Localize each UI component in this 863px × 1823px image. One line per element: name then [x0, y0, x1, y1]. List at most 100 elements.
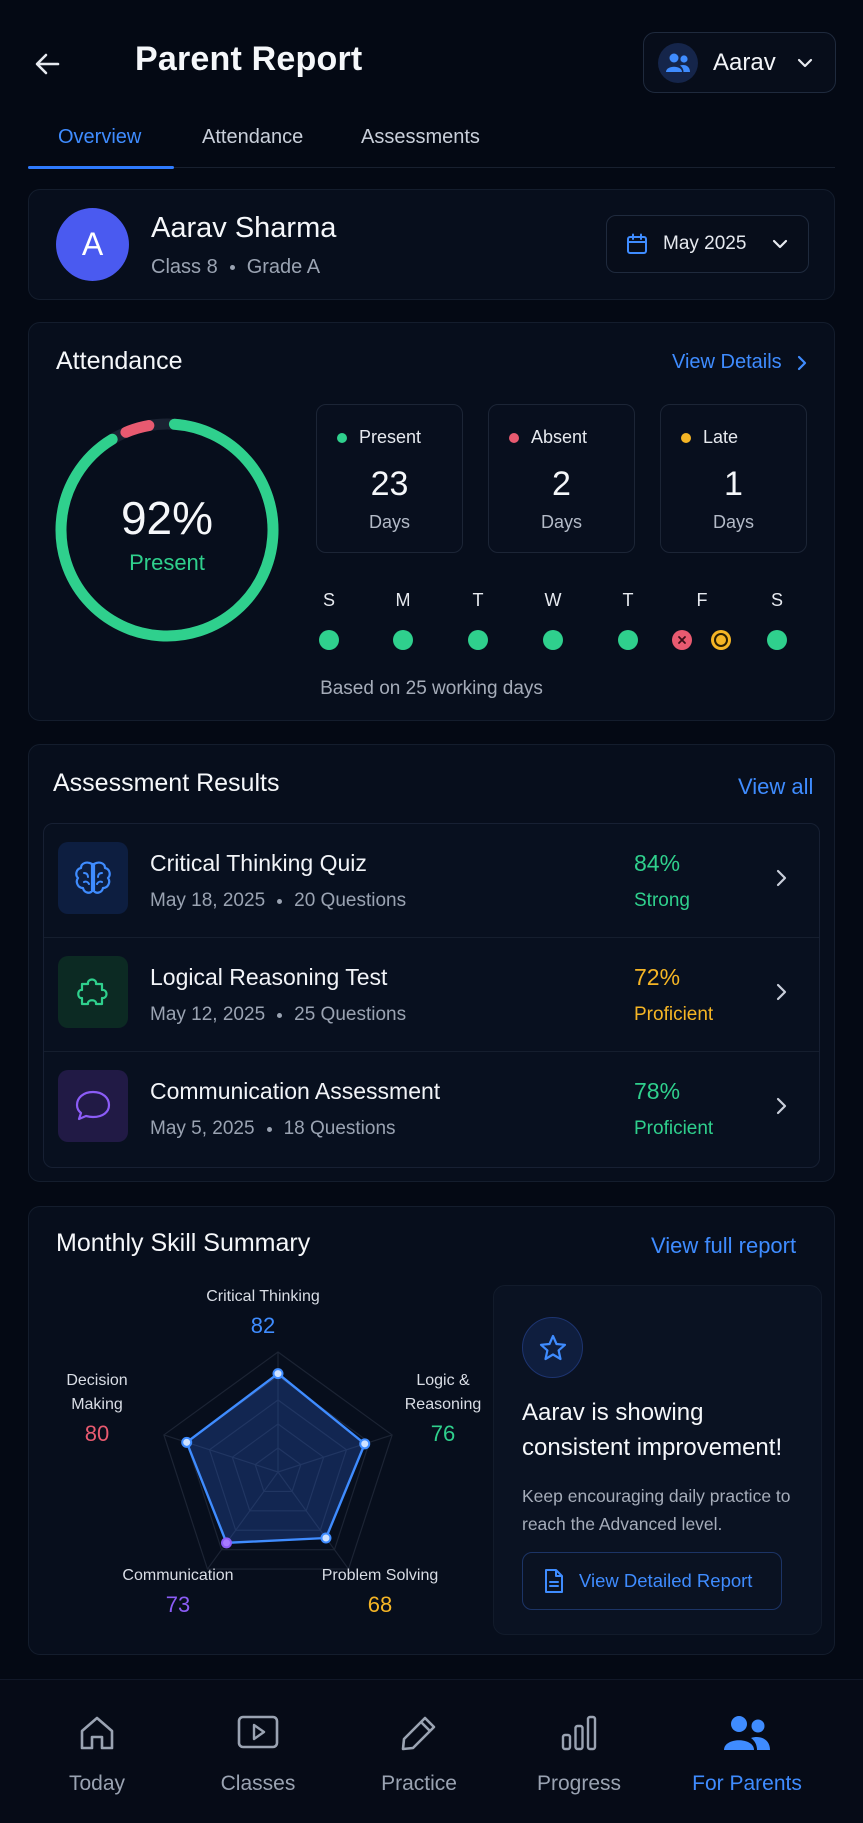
view-details-link[interactable]: View Details: [672, 351, 812, 374]
radar-axis-name: Logic & Reasoning: [404, 1372, 482, 1413]
radar-axis-value: 68: [367, 1592, 393, 1617]
assessment-title: Critical Thinking Quiz: [150, 850, 367, 876]
skill-summary-card: Monthly Skill Summary View full report C…: [28, 1206, 835, 1655]
assessment-questions: 20 Questions: [294, 890, 407, 911]
present-stat: Present 23 Days: [316, 404, 463, 553]
day-absent-dot: [672, 630, 692, 650]
insight-body: Keep encouraging daily practice to reach…: [522, 1486, 791, 1534]
absent-unit: Days: [540, 512, 582, 532]
nav-label: Progress: [536, 1772, 622, 1795]
calendar-icon: [627, 233, 647, 254]
assessment-list: Critical Thinking Quiz May 18, 2025 20 Q…: [43, 823, 820, 1168]
chevron-right-icon: [776, 1097, 787, 1115]
late-count: 1: [724, 465, 743, 503]
assessment-level: Proficient: [634, 1118, 714, 1139]
nav-practice[interactable]: Practice: [339, 1708, 499, 1796]
radar-axis-value: 76: [430, 1421, 456, 1446]
parent-report-screen: Parent Report Aarav Overview Attendance …: [0, 0, 863, 1823]
assessment-meta: May 18, 2025 20 Questions: [150, 890, 406, 912]
late-ring-inner: [714, 633, 728, 647]
radar-point: [221, 1537, 233, 1549]
present-label: Present: [359, 427, 422, 447]
assessment-row[interactable]: Logical Reasoning Test May 12, 2025 25 Q…: [44, 938, 819, 1052]
assessment-date: May 12, 2025: [150, 1004, 266, 1025]
tab-overview[interactable]: Overview: [58, 126, 141, 149]
nav-progress[interactable]: Progress: [499, 1708, 659, 1796]
chevron-right-icon: [776, 983, 787, 1001]
nav-for-parents[interactable]: For Parents: [667, 1708, 827, 1796]
late-dot: [681, 432, 691, 443]
nav-icon-wrap: [499, 1708, 659, 1758]
present-dot: [337, 432, 347, 443]
nav-today[interactable]: Today: [17, 1708, 177, 1796]
selected-month: May 2025: [663, 233, 747, 254]
attendance-ring: 92% Present: [53, 416, 281, 644]
nav-classes[interactable]: Classes: [178, 1708, 338, 1796]
parents-icon: [724, 1716, 770, 1750]
radar-axis-name: Decision Making: [66, 1372, 128, 1413]
child-name: Aarav: [713, 48, 776, 76]
student-meta: Class 8 Grade A: [151, 256, 320, 279]
tab-attendance[interactable]: Attendance: [202, 126, 303, 149]
radar-label-problem-solving: Problem Solving 68: [305, 1564, 455, 1621]
star-badge: [522, 1317, 583, 1378]
meta-separator: [277, 898, 283, 904]
nav-icon-wrap: [178, 1708, 338, 1758]
student-card: A Aarav Sharma Class 8 Grade A May 2025: [28, 189, 835, 300]
report-tabs: Overview Attendance Assessments: [28, 116, 835, 169]
student-avatar: A: [56, 208, 129, 281]
student-class: Class 8: [151, 256, 218, 278]
radar-axis-value: 82: [250, 1313, 276, 1338]
assessment-icon-tile: [58, 1070, 128, 1142]
weekday-label: S: [322, 590, 335, 610]
radar-axis-value: 80: [84, 1421, 110, 1446]
assessment-score: 72%: [634, 964, 681, 990]
present-count: 23: [370, 465, 409, 503]
assessment-icon-tile: [58, 956, 128, 1028]
weekday-label: T: [472, 590, 484, 610]
chevron-down-icon: [797, 58, 813, 68]
tab-assessments[interactable]: Assessments: [361, 126, 480, 149]
skill-radar-chart: Critical Thinking 82 Logic & Reasoning 7…: [43, 1277, 513, 1647]
weekday-label: F: [696, 590, 708, 610]
meta-separator: [277, 1012, 283, 1018]
radar-axis-name: Communication: [122, 1567, 234, 1584]
late-stat: Late 1 Days: [660, 404, 807, 553]
nav-icon-wrap: [667, 1708, 827, 1758]
meta-separator: [266, 1126, 272, 1132]
student-name: Aarav Sharma: [151, 212, 337, 244]
assessment-row[interactable]: Critical Thinking Quiz May 18, 2025 20 Q…: [44, 824, 819, 938]
chat-bubble-icon: [75, 1090, 111, 1121]
attendance-note: Based on 25 working days: [320, 678, 543, 699]
radar-label-critical-thinking: Critical Thinking 82: [173, 1285, 353, 1342]
late-unit: Days: [712, 512, 754, 532]
absent-stat: Absent 2 Days: [488, 404, 635, 553]
view-detailed-report-button[interactable]: View Detailed Report: [522, 1552, 782, 1610]
radar-point: [359, 1438, 371, 1450]
skill-summary-title: Monthly Skill Summary: [56, 1229, 311, 1257]
back-button[interactable]: [28, 44, 68, 84]
radar-point: [272, 1368, 284, 1380]
home-icon: [80, 1716, 114, 1750]
late-label: Late: [703, 427, 739, 447]
assessment-row[interactable]: Communication Assessment May 5, 2025 18 …: [44, 1052, 819, 1166]
view-full-report-link[interactable]: View full report: [651, 1233, 796, 1259]
assessment-score: 78%: [634, 1078, 681, 1104]
insight-title: Aarav is showing consistent improvement!: [522, 1399, 783, 1461]
active-tab-indicator: [28, 166, 174, 169]
day-present-dot: [468, 630, 488, 650]
view-all-link[interactable]: View all: [738, 774, 813, 800]
student-grade: Grade A: [246, 256, 321, 278]
app-header: Parent Report Aarav: [0, 0, 863, 128]
day-present-dot: [543, 630, 563, 650]
assessment-results-card: Assessment Results View all Critical Thi…: [28, 744, 835, 1182]
attendance-percent-label: Present: [129, 550, 205, 575]
radar-axis-name: Critical Thinking: [206, 1288, 320, 1305]
child-selector[interactable]: Aarav: [643, 32, 836, 93]
assessment-level: Proficient: [634, 1004, 714, 1025]
present-stat-head: Present: [337, 427, 421, 448]
month-picker[interactable]: May 2025: [606, 215, 809, 273]
view-details-label: View Details: [672, 351, 782, 373]
radar-axis-name: Problem Solving: [321, 1567, 439, 1584]
child-avatar: [658, 42, 698, 83]
